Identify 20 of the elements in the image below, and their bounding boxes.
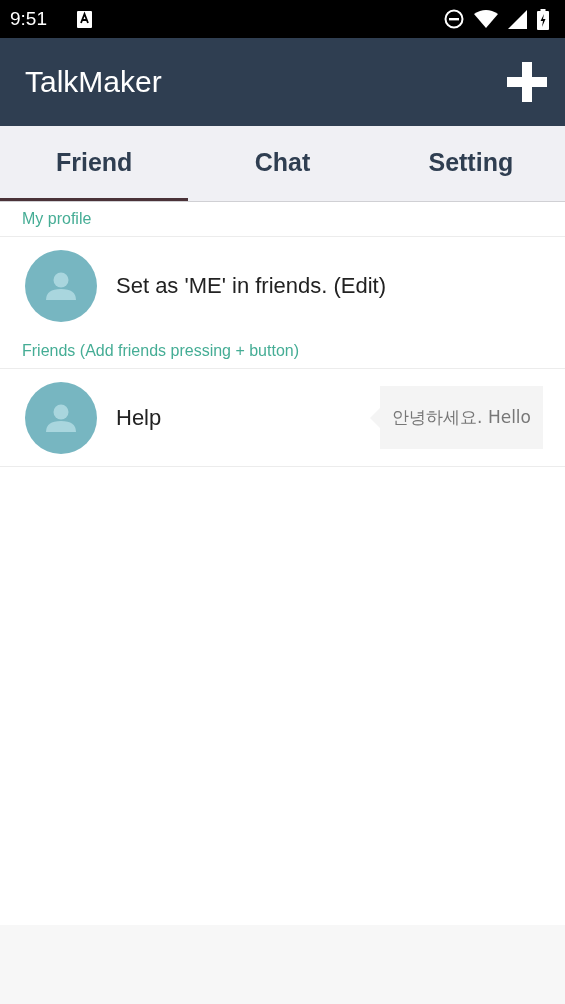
status-time: 9:51 (10, 8, 47, 30)
status-message: 안녕하세요. Hello (370, 386, 543, 449)
notification-icon (77, 10, 92, 28)
battery-icon (537, 8, 549, 30)
signal-icon (508, 9, 527, 29)
tab[interactable]: Friend (0, 126, 189, 201)
avatar-icon (25, 249, 97, 322)
tab[interactable]: Chat (188, 126, 377, 201)
profile-name: Set as 'ME' in friends. (Edit) (116, 272, 387, 299)
avatar-icon (25, 381, 97, 454)
add-icon[interactable] (507, 62, 547, 102)
section-header: My profile (0, 202, 565, 237)
friend-name: Help (116, 404, 162, 431)
section-header: Friends (Add friends pressing + button) (0, 334, 565, 369)
wifi-icon (474, 9, 498, 29)
tab[interactable]: Setting (376, 126, 565, 201)
app-title: TalkMaker (25, 65, 163, 99)
do-not-disturb-icon (444, 9, 464, 29)
friend-row[interactable]: Help 안녕하세요. Hello (0, 369, 565, 467)
profile-row[interactable]: Set as 'ME' in friends. (Edit) (0, 237, 565, 334)
